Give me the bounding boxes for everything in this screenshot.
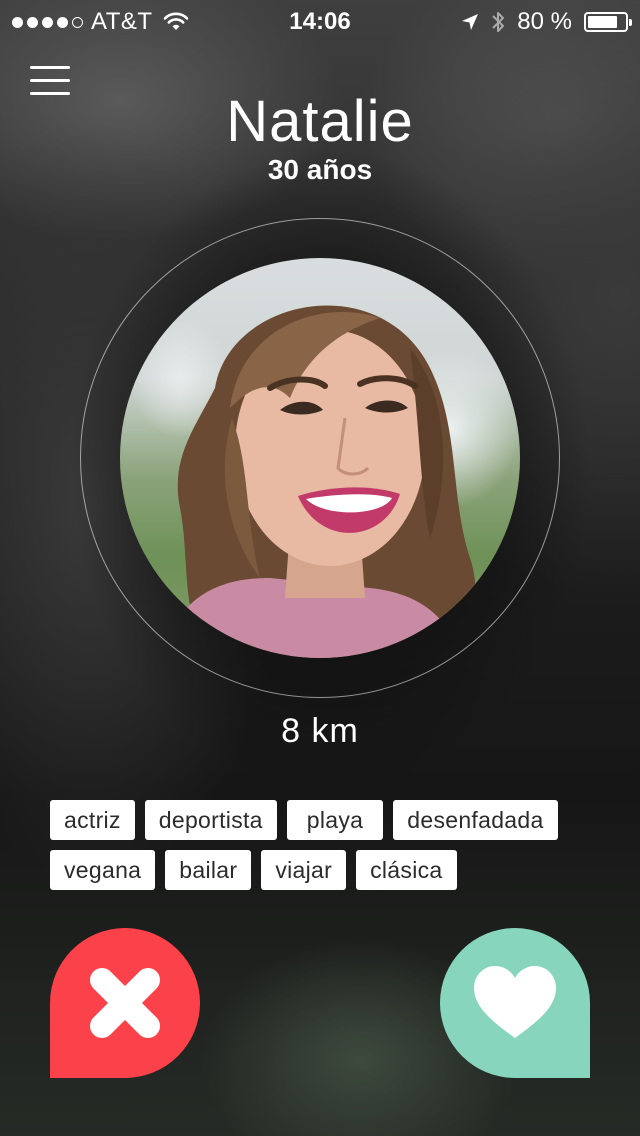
distance-label: 8 km — [281, 712, 359, 750]
battery-icon — [584, 12, 632, 32]
dislike-button[interactable] — [50, 928, 200, 1078]
like-button[interactable] — [440, 928, 590, 1078]
battery-percentage: 80 % — [517, 8, 572, 35]
tag-playa[interactable]: playa — [286, 800, 384, 840]
profile-photo[interactable] — [120, 258, 520, 658]
bluetooth-icon — [492, 12, 505, 32]
location-arrow-icon — [462, 14, 479, 30]
status-bar: AT&T 14:06 80 % — [0, 0, 640, 40]
tag-actriz[interactable]: actriz — [50, 800, 135, 840]
battery-level-fill — [588, 16, 617, 28]
tag-vegana[interactable]: vegana — [50, 850, 156, 890]
tag-row: actriz deportista playa desenfadada — [50, 800, 610, 840]
profile-name: Natalie — [226, 89, 414, 154]
interest-tags: actriz deportista playa desenfadada vega… — [50, 800, 610, 900]
tag-desenfadada[interactable]: desenfadada — [393, 800, 558, 840]
tag-clasica[interactable]: clásica — [356, 850, 457, 890]
tag-bailar[interactable]: bailar — [165, 850, 252, 890]
tag-viajar[interactable]: viajar — [261, 850, 347, 890]
heart-icon — [474, 966, 556, 1038]
tag-row: vegana bailar viajar clásica — [50, 850, 610, 890]
profile-age: 30 años — [267, 154, 373, 185]
profile-photo-illustration — [160, 305, 476, 658]
close-x-icon — [90, 968, 160, 1038]
tag-deportista[interactable]: deportista — [144, 800, 277, 840]
